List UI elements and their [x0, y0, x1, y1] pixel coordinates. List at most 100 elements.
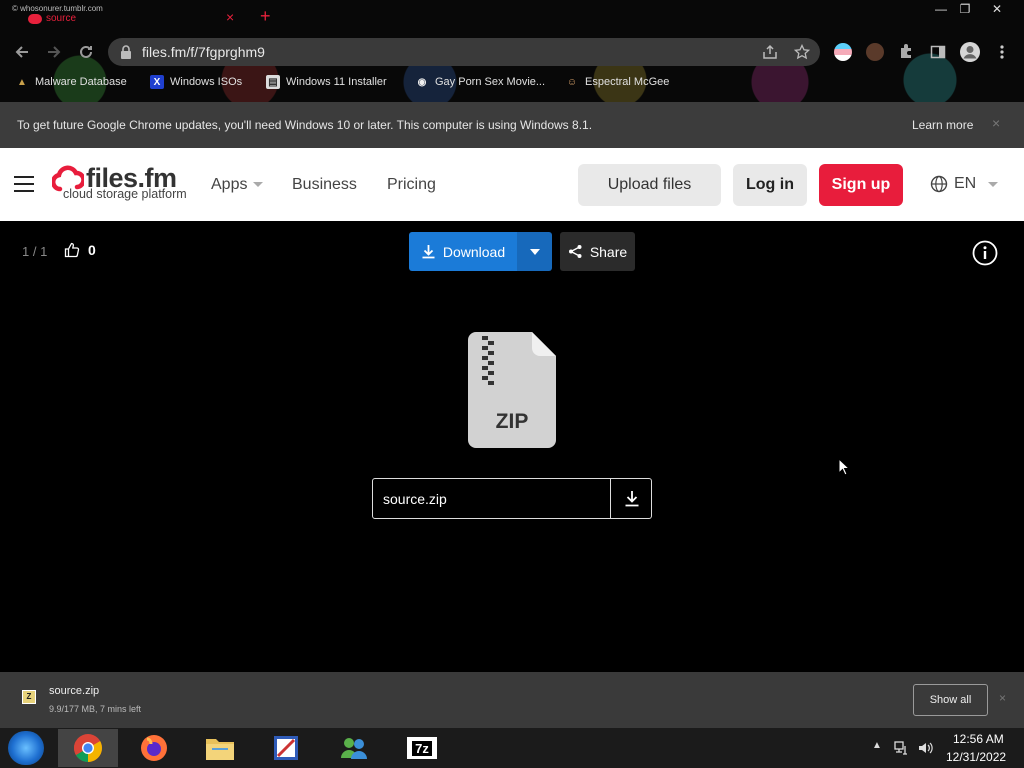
browser-toolbar: files.fm/f/7fgprghm9 [0, 38, 1024, 66]
reload-button[interactable] [74, 40, 98, 64]
nav-pricing[interactable]: Pricing [387, 176, 436, 194]
back-button[interactable] [10, 40, 34, 64]
browser-tab[interactable]: © whosonurer.tumblr.com source × [8, 2, 268, 32]
taskbar-firefox[interactable] [124, 729, 184, 767]
log-in-button[interactable]: Log in [733, 164, 807, 206]
bookmark-windows-11-installer[interactable]: ▤ Windows 11 Installer [266, 75, 387, 89]
download-item-status: 9.9/177 MB, 7 mins left [49, 704, 142, 714]
extensions-puzzle-icon[interactable] [898, 43, 914, 59]
update-infobar: To get future Google Chrome updates, you… [0, 102, 1024, 148]
chrome-icon [74, 734, 102, 762]
hamburger-menu-icon[interactable] [14, 176, 34, 192]
chevron-down-icon [988, 181, 999, 187]
taskbar-7zip[interactable]: 7z [392, 729, 452, 767]
back-arrow-icon [15, 46, 28, 58]
files-fm-logo[interactable]: files.fm cloud storage platform [52, 163, 187, 201]
tab-favicon-icon [28, 14, 42, 24]
forward-arrow-icon [48, 46, 61, 58]
language-selector[interactable]: EN [930, 175, 999, 193]
bookmark-windows-isos[interactable]: X Windows ISOs [150, 75, 242, 89]
minimize-button[interactable]: — [928, 0, 954, 18]
profile-icon[interactable] [959, 41, 981, 63]
download-item-name[interactable]: source.zip [49, 685, 99, 697]
share-label: Share [589, 243, 628, 260]
download-label: Download [442, 243, 506, 260]
bookmark-star-icon[interactable] [794, 44, 810, 60]
file-name: source.zip [383, 491, 447, 507]
sign-up-button[interactable]: Sign up [819, 164, 903, 206]
download-options-button[interactable] [517, 232, 552, 271]
download-icon [625, 491, 638, 507]
file-download-button[interactable] [610, 479, 652, 518]
clock-time[interactable]: 12:56 AM [953, 732, 1004, 746]
language-label: EN [954, 175, 977, 192]
restore-button[interactable]: ❐ [952, 0, 978, 18]
new-tab-button[interactable]: + [260, 7, 271, 25]
paint-icon [274, 736, 298, 760]
nav-apps[interactable]: Apps [211, 176, 264, 194]
learn-more-link[interactable]: Learn more [912, 118, 973, 132]
forward-button[interactable] [42, 40, 66, 64]
show-all-button[interactable]: Show all [913, 684, 988, 716]
taskbar: 7z ▲ 12:56 AM 12/31/2022 [0, 728, 1024, 768]
malware-icon: ▲ [17, 76, 27, 88]
download-button-group: Download [409, 232, 552, 271]
bookmark-label: Malware Database [35, 76, 127, 88]
clock-date[interactable]: 12/31/2022 [946, 750, 1006, 764]
volume-icon[interactable] [917, 740, 933, 756]
x-icon: X [150, 75, 164, 89]
bookmark-movie-site[interactable]: ◉ Gay Porn Sex Movie... [415, 75, 545, 89]
network-icon[interactable] [893, 740, 909, 756]
site-header: files.fm cloud storage platform Apps Bus… [0, 148, 1024, 221]
infobar-message: To get future Google Chrome updates, you… [17, 118, 593, 132]
url-text: files.fm/f/7fgprghm9 [142, 44, 265, 60]
share-button[interactable]: Share [560, 232, 635, 271]
nav-apps-label: Apps [211, 176, 248, 193]
nav-business[interactable]: Business [292, 176, 357, 194]
avatar-icon: ☺ [566, 76, 578, 88]
folder-icon [206, 739, 234, 760]
mouse-cursor-icon [838, 458, 850, 476]
bookmark-label: Gay Porn Sex Movie... [435, 76, 546, 88]
taskbar-chrome[interactable] [58, 729, 118, 767]
logo-tagline: cloud storage platform [63, 187, 187, 201]
extension-flag-icon[interactable] [834, 43, 852, 61]
tab-source-text: © whosonurer.tumblr.com [12, 4, 103, 13]
taskbar-file-explorer[interactable] [190, 729, 250, 767]
taskbar-paint[interactable] [256, 729, 316, 767]
zip-file-icon: ZIP [468, 332, 556, 448]
like-count: 0 [88, 242, 96, 258]
menu-dots-icon[interactable] [996, 44, 1008, 60]
close-window-button[interactable]: ✕ [984, 0, 1010, 18]
7zip-icon: 7z [407, 737, 437, 759]
file-type-label: ZIP [495, 410, 529, 433]
upload-files-button[interactable]: Upload files [578, 164, 721, 206]
bookmark-espectral-mcgee[interactable]: ☺ Espectral McGee [565, 75, 669, 89]
taskbar-messenger[interactable] [324, 729, 384, 767]
chevron-down-icon [253, 182, 264, 188]
file-viewer: 1 / 1 0 Download Share ZIP source.zip [0, 221, 1024, 672]
screen: © whosonurer.tumblr.com source × + — ❐ ✕… [0, 0, 1024, 768]
thumbs-up-icon [64, 242, 80, 258]
tray-overflow-icon[interactable]: ▲ [872, 740, 882, 751]
page-icon: ▤ [266, 75, 280, 89]
reload-icon [80, 45, 92, 58]
share-page-icon[interactable] [762, 44, 778, 60]
address-bar[interactable]: files.fm/f/7fgprghm9 [108, 38, 820, 66]
side-panel-icon[interactable] [930, 44, 946, 60]
download-shelf: Z source.zip 9.9/177 MB, 7 mins left Sho… [0, 672, 1024, 728]
bookmark-label: Espectral McGee [585, 76, 670, 88]
download-icon [422, 245, 435, 259]
bookmark-malware-database[interactable]: ▲ Malware Database [15, 75, 127, 89]
tab-close-icon[interactable]: × [226, 10, 234, 24]
globe-icon [930, 175, 948, 193]
infobar-close-icon[interactable]: × [992, 115, 1000, 131]
shelf-close-icon[interactable]: × [999, 691, 1006, 705]
download-button[interactable]: Download [409, 232, 517, 271]
extension-avatar-icon[interactable] [866, 43, 884, 61]
file-name-box: source.zip [372, 478, 652, 519]
start-button[interactable] [8, 731, 44, 765]
firefox-icon [141, 735, 167, 761]
info-icon[interactable] [972, 240, 998, 266]
like-button[interactable]: 0 [64, 242, 96, 258]
